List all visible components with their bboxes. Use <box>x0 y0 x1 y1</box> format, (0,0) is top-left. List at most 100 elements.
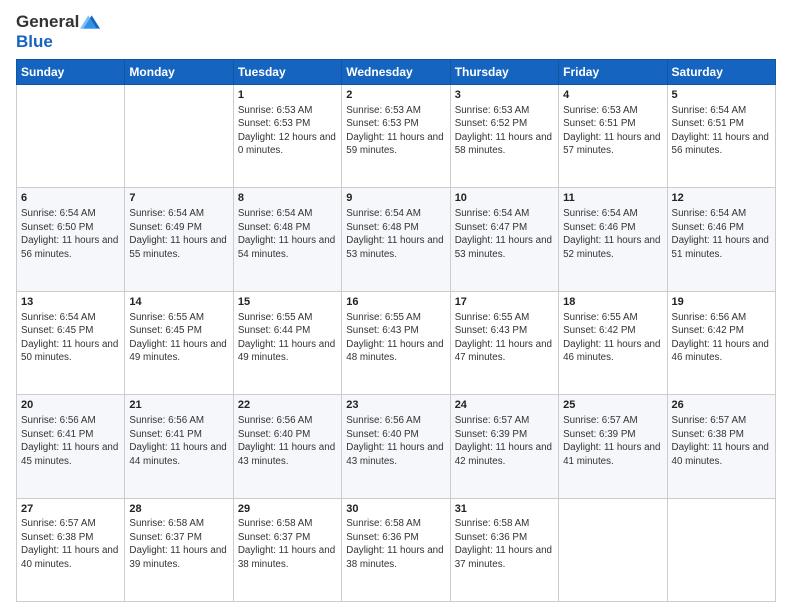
day-cell: 25Sunrise: 6:57 AM Sunset: 6:39 PM Dayli… <box>559 395 667 498</box>
week-row-2: 6Sunrise: 6:54 AM Sunset: 6:50 PM Daylig… <box>17 188 776 291</box>
day-info: Sunrise: 6:55 AM Sunset: 6:42 PM Dayligh… <box>563 311 662 365</box>
day-number: 4 <box>563 88 662 103</box>
week-row-1: 1Sunrise: 6:53 AM Sunset: 6:53 PM Daylig… <box>17 85 776 188</box>
day-info: Sunrise: 6:57 AM Sunset: 6:38 PM Dayligh… <box>21 517 120 571</box>
day-cell: 26Sunrise: 6:57 AM Sunset: 6:38 PM Dayli… <box>667 395 775 498</box>
day-info: Sunrise: 6:58 AM Sunset: 6:37 PM Dayligh… <box>129 517 228 571</box>
day-number: 17 <box>455 295 554 310</box>
day-info: Sunrise: 6:57 AM Sunset: 6:39 PM Dayligh… <box>455 414 554 468</box>
day-info: Sunrise: 6:56 AM Sunset: 6:41 PM Dayligh… <box>21 414 120 468</box>
day-info: Sunrise: 6:54 AM Sunset: 6:50 PM Dayligh… <box>21 207 120 261</box>
day-number: 30 <box>346 502 445 517</box>
day-cell: 11Sunrise: 6:54 AM Sunset: 6:46 PM Dayli… <box>559 188 667 291</box>
day-cell: 27Sunrise: 6:57 AM Sunset: 6:38 PM Dayli… <box>17 498 125 601</box>
day-cell: 29Sunrise: 6:58 AM Sunset: 6:37 PM Dayli… <box>233 498 341 601</box>
day-number: 29 <box>238 502 337 517</box>
day-cell: 7Sunrise: 6:54 AM Sunset: 6:49 PM Daylig… <box>125 188 233 291</box>
day-cell <box>125 85 233 188</box>
day-number: 23 <box>346 398 445 413</box>
col-header-friday: Friday <box>559 60 667 85</box>
day-cell: 10Sunrise: 6:54 AM Sunset: 6:47 PM Dayli… <box>450 188 558 291</box>
day-number: 20 <box>21 398 120 413</box>
day-cell: 23Sunrise: 6:56 AM Sunset: 6:40 PM Dayli… <box>342 395 450 498</box>
header: General Blue <box>16 12 776 51</box>
day-cell: 12Sunrise: 6:54 AM Sunset: 6:46 PM Dayli… <box>667 188 775 291</box>
page: General Blue SundayMondayTuesdayWednesda… <box>0 0 792 612</box>
day-cell: 14Sunrise: 6:55 AM Sunset: 6:45 PM Dayli… <box>125 291 233 394</box>
day-info: Sunrise: 6:56 AM Sunset: 6:40 PM Dayligh… <box>238 414 337 468</box>
logo: General Blue <box>16 12 100 51</box>
day-number: 5 <box>672 88 771 103</box>
day-info: Sunrise: 6:55 AM Sunset: 6:43 PM Dayligh… <box>346 311 445 365</box>
day-info: Sunrise: 6:54 AM Sunset: 6:48 PM Dayligh… <box>346 207 445 261</box>
day-number: 7 <box>129 191 228 206</box>
week-row-5: 27Sunrise: 6:57 AM Sunset: 6:38 PM Dayli… <box>17 498 776 601</box>
day-number: 24 <box>455 398 554 413</box>
day-info: Sunrise: 6:54 AM Sunset: 6:46 PM Dayligh… <box>672 207 771 261</box>
day-number: 31 <box>455 502 554 517</box>
day-number: 11 <box>563 191 662 206</box>
day-number: 22 <box>238 398 337 413</box>
day-number: 26 <box>672 398 771 413</box>
day-info: Sunrise: 6:55 AM Sunset: 6:43 PM Dayligh… <box>455 311 554 365</box>
day-info: Sunrise: 6:53 AM Sunset: 6:53 PM Dayligh… <box>238 104 337 158</box>
day-number: 25 <box>563 398 662 413</box>
day-number: 12 <box>672 191 771 206</box>
day-cell: 24Sunrise: 6:57 AM Sunset: 6:39 PM Dayli… <box>450 395 558 498</box>
col-header-saturday: Saturday <box>667 60 775 85</box>
col-header-tuesday: Tuesday <box>233 60 341 85</box>
day-number: 1 <box>238 88 337 103</box>
day-cell <box>17 85 125 188</box>
col-header-wednesday: Wednesday <box>342 60 450 85</box>
day-number: 10 <box>455 191 554 206</box>
day-number: 19 <box>672 295 771 310</box>
col-header-monday: Monday <box>125 60 233 85</box>
day-number: 8 <box>238 191 337 206</box>
day-cell: 18Sunrise: 6:55 AM Sunset: 6:42 PM Dayli… <box>559 291 667 394</box>
day-number: 14 <box>129 295 228 310</box>
calendar: SundayMondayTuesdayWednesdayThursdayFrid… <box>16 59 776 602</box>
day-number: 15 <box>238 295 337 310</box>
day-cell: 3Sunrise: 6:53 AM Sunset: 6:52 PM Daylig… <box>450 85 558 188</box>
day-cell <box>559 498 667 601</box>
day-info: Sunrise: 6:53 AM Sunset: 6:52 PM Dayligh… <box>455 104 554 158</box>
day-info: Sunrise: 6:58 AM Sunset: 6:37 PM Dayligh… <box>238 517 337 571</box>
day-number: 9 <box>346 191 445 206</box>
logo-blue: Blue <box>16 32 100 52</box>
day-info: Sunrise: 6:54 AM Sunset: 6:51 PM Dayligh… <box>672 104 771 158</box>
day-info: Sunrise: 6:56 AM Sunset: 6:42 PM Dayligh… <box>672 311 771 365</box>
day-info: Sunrise: 6:58 AM Sunset: 6:36 PM Dayligh… <box>346 517 445 571</box>
day-number: 28 <box>129 502 228 517</box>
logo-general: General <box>16 12 79 31</box>
day-cell: 2Sunrise: 6:53 AM Sunset: 6:53 PM Daylig… <box>342 85 450 188</box>
day-info: Sunrise: 6:57 AM Sunset: 6:39 PM Dayligh… <box>563 414 662 468</box>
day-info: Sunrise: 6:56 AM Sunset: 6:40 PM Dayligh… <box>346 414 445 468</box>
col-header-sunday: Sunday <box>17 60 125 85</box>
calendar-header-row: SundayMondayTuesdayWednesdayThursdayFrid… <box>17 60 776 85</box>
day-cell: 17Sunrise: 6:55 AM Sunset: 6:43 PM Dayli… <box>450 291 558 394</box>
day-cell: 30Sunrise: 6:58 AM Sunset: 6:36 PM Dayli… <box>342 498 450 601</box>
day-info: Sunrise: 6:57 AM Sunset: 6:38 PM Dayligh… <box>672 414 771 468</box>
day-info: Sunrise: 6:56 AM Sunset: 6:41 PM Dayligh… <box>129 414 228 468</box>
day-cell <box>667 498 775 601</box>
day-cell: 21Sunrise: 6:56 AM Sunset: 6:41 PM Dayli… <box>125 395 233 498</box>
day-info: Sunrise: 6:54 AM Sunset: 6:48 PM Dayligh… <box>238 207 337 261</box>
day-info: Sunrise: 6:55 AM Sunset: 6:45 PM Dayligh… <box>129 311 228 365</box>
day-info: Sunrise: 6:54 AM Sunset: 6:49 PM Dayligh… <box>129 207 228 261</box>
day-cell: 31Sunrise: 6:58 AM Sunset: 6:36 PM Dayli… <box>450 498 558 601</box>
day-cell: 19Sunrise: 6:56 AM Sunset: 6:42 PM Dayli… <box>667 291 775 394</box>
day-number: 18 <box>563 295 662 310</box>
week-row-4: 20Sunrise: 6:56 AM Sunset: 6:41 PM Dayli… <box>17 395 776 498</box>
day-cell: 9Sunrise: 6:54 AM Sunset: 6:48 PM Daylig… <box>342 188 450 291</box>
day-cell: 15Sunrise: 6:55 AM Sunset: 6:44 PM Dayli… <box>233 291 341 394</box>
day-info: Sunrise: 6:54 AM Sunset: 6:47 PM Dayligh… <box>455 207 554 261</box>
day-number: 3 <box>455 88 554 103</box>
day-info: Sunrise: 6:58 AM Sunset: 6:36 PM Dayligh… <box>455 517 554 571</box>
day-cell: 16Sunrise: 6:55 AM Sunset: 6:43 PM Dayli… <box>342 291 450 394</box>
day-number: 27 <box>21 502 120 517</box>
day-info: Sunrise: 6:54 AM Sunset: 6:46 PM Dayligh… <box>563 207 662 261</box>
day-cell: 8Sunrise: 6:54 AM Sunset: 6:48 PM Daylig… <box>233 188 341 291</box>
day-info: Sunrise: 6:55 AM Sunset: 6:44 PM Dayligh… <box>238 311 337 365</box>
day-info: Sunrise: 6:54 AM Sunset: 6:45 PM Dayligh… <box>21 311 120 365</box>
day-cell: 4Sunrise: 6:53 AM Sunset: 6:51 PM Daylig… <box>559 85 667 188</box>
